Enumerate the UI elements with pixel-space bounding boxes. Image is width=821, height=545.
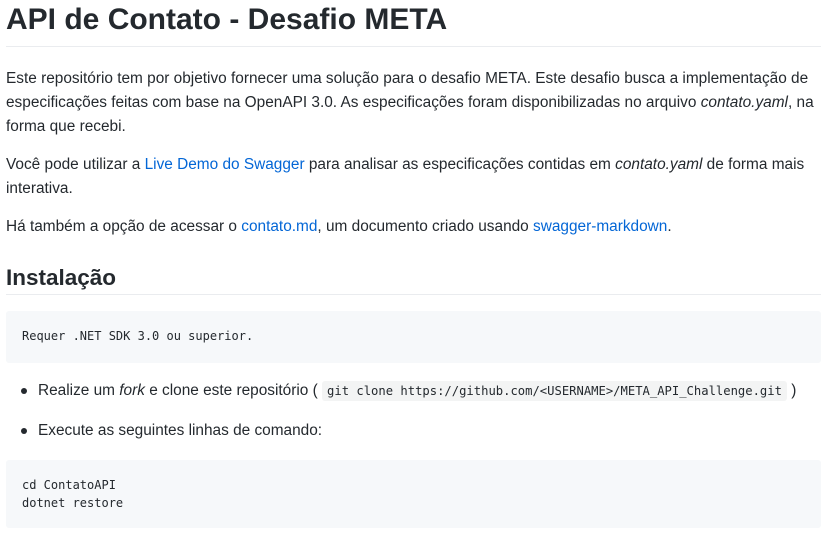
swagger-paragraph: Você pode utilizar a Live Demo do Swagge… — [6, 153, 821, 201]
doc-text-a: Há também a opção de acessar o — [6, 218, 242, 235]
swagger-text-b: para analisar as especificações contidas… — [304, 156, 616, 173]
step1-text-b: e clone este repositório ( — [144, 382, 323, 399]
page-title: API de Contato - Desafio META — [6, 0, 821, 47]
swagger-text-a: Você pode utilizar a — [6, 156, 145, 173]
swagger-text-c: de forma mais — [702, 156, 805, 173]
readme-content: API de Contato - Desafio META Este repos… — [6, 0, 821, 528]
commands-code-block: cd ContatoAPI dotnet restore — [6, 460, 821, 528]
step1-text-c: ) — [786, 382, 797, 399]
swagger-demo-link[interactable]: Live Demo do Swagger — [145, 156, 305, 173]
doc-text-b: , um documento criado usando — [317, 218, 534, 235]
install-steps-list: Realize um fork e clone este repositório… — [6, 379, 821, 443]
clone-command-code: git clone https://github.com/<USERNAME>/… — [322, 381, 787, 401]
intro-file-name: contato.yaml — [700, 94, 788, 111]
swagger-markdown-link[interactable]: swagger-markdown — [533, 218, 667, 235]
intro-line-2b: , na — [787, 94, 814, 111]
intro-line-3: forma que recebi. — [6, 118, 126, 135]
step2-text: Execute as seguintes linhas de comando: — [38, 422, 323, 439]
swagger-file-name: contato.yaml — [615, 156, 703, 173]
bullet-icon — [21, 388, 27, 394]
doc-text-c: . — [667, 218, 672, 235]
list-item: Realize um fork e clone este repositório… — [21, 379, 821, 403]
intro-paragraph: Este repositório tem por objetivo fornec… — [6, 67, 821, 139]
install-heading: Instalação — [6, 264, 821, 295]
requirement-code-block: Requer .NET SDK 3.0 ou superior. — [6, 311, 821, 363]
contato-md-link[interactable]: contato.md — [241, 218, 317, 235]
bullet-icon — [21, 428, 27, 434]
fork-emphasis: fork — [119, 382, 145, 399]
step1-text-a: Realize um — [38, 382, 120, 399]
list-item: Execute as seguintes linhas de comando: — [21, 419, 821, 443]
swagger-line-2: interativa. — [6, 180, 73, 197]
intro-line-2a: especificações feitas com base na OpenAP… — [6, 94, 701, 111]
intro-line-1: Este repositório tem por objetivo fornec… — [6, 70, 809, 87]
doc-paragraph: Há também a opção de acessar o contato.m… — [6, 215, 821, 239]
